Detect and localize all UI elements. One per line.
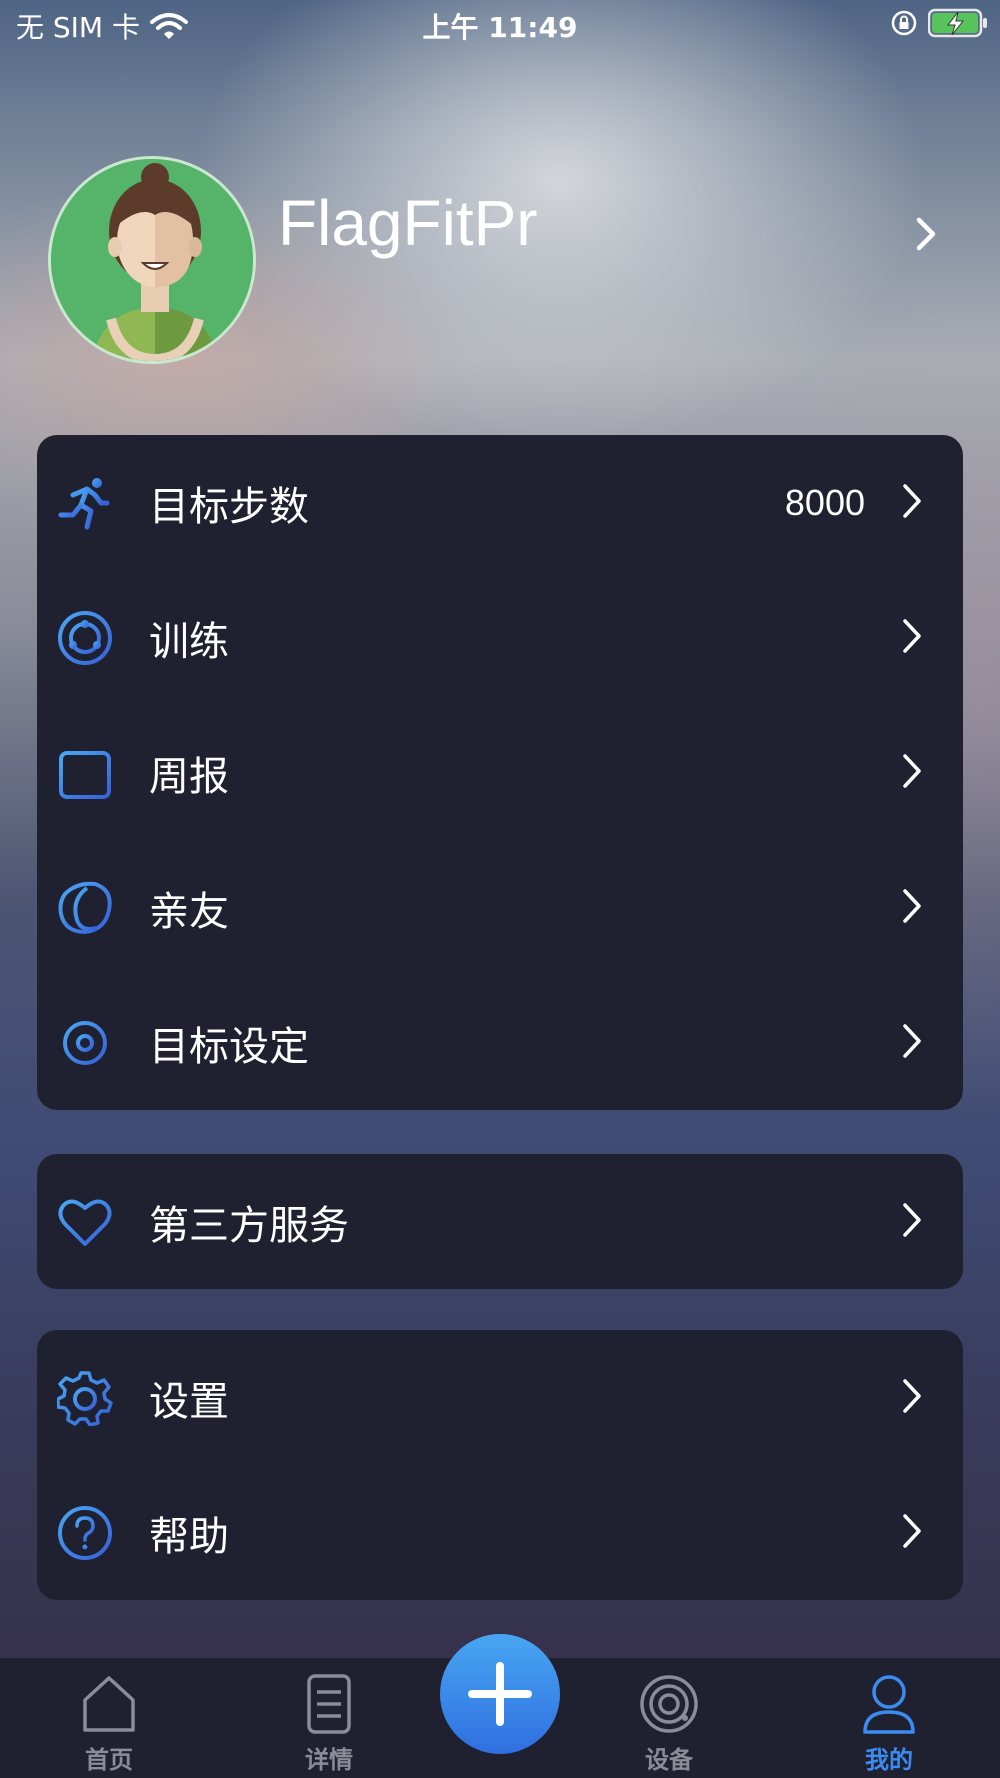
avatar[interactable] [48,156,256,364]
document-list-icon [307,1674,351,1734]
chevron-right-icon [903,1203,921,1237]
menu-row-goal-setting[interactable]: 目标设定 [37,975,963,1110]
user-icon [863,1675,915,1734]
calendar-report-icon [59,745,111,799]
tab-details[interactable]: 详情 [229,1658,429,1778]
running-icon [58,478,110,530]
tab-devices[interactable]: 设备 [569,1658,769,1778]
gear-icon [57,1371,113,1426]
menu-row-label: 帮助 [149,1513,229,1560]
menu-row-third-party[interactable]: 第三方服务 [37,1154,963,1289]
target-icon [57,1015,113,1071]
status-time: 上午 11:49 [422,11,578,44]
menu-row-help[interactable]: 帮助 [37,1465,963,1600]
chevron-right-icon [903,1024,921,1058]
menu-row-step-goal[interactable]: 目标步数 8000 [37,435,963,570]
menu-row-friends[interactable]: 亲友 [37,840,963,975]
menu-row-label: 训练 [149,618,229,665]
status-bar: 无 SIM 卡 上午 11:49 [0,0,1000,50]
main-menu-card: 目标步数 8000 训练 周报 亲友 目标设定 [37,435,963,1110]
help-icon [58,1506,112,1560]
heart-icon [58,1199,112,1246]
chevron-right-icon [903,889,921,923]
menu-row-label: 亲友 [149,888,229,935]
training-ring-icon [58,611,112,665]
tab-label: 首页 [85,1746,133,1774]
tab-label: 我的 [865,1746,913,1774]
settings-card: 设置 帮助 [37,1330,963,1600]
menu-row-settings[interactable]: 设置 [37,1330,963,1465]
chevron-right-icon [903,484,921,518]
avatar-illustration [51,159,253,361]
tab-label: 详情 [305,1746,353,1774]
home-icon [83,1676,135,1732]
menu-row-label: 周报 [149,753,229,800]
tab-mine[interactable]: 我的 [789,1658,989,1778]
chevron-right-icon [903,1514,921,1548]
add-button[interactable] [440,1634,560,1754]
profile-header[interactable]: FlagFitPr [48,156,952,366]
menu-row-weekly-report[interactable]: 周报 [37,705,963,840]
device-ring-icon [640,1675,698,1733]
battery-icon [928,8,987,38]
chevron-right-icon [903,754,921,788]
services-card: 第三方服务 [37,1154,963,1289]
menu-row-training[interactable]: 训练 [37,570,963,705]
menu-row-label: 设置 [149,1378,229,1425]
friends-icon [58,881,112,935]
tab-home[interactable]: 首页 [9,1658,209,1778]
status-right [890,8,988,38]
step-goal-value: 8000 [784,481,865,523]
username[interactable]: FlagFitPr [278,186,538,260]
orientation-lock-icon [891,10,917,36]
chevron-right-icon [903,1379,921,1413]
chevron-right-icon [903,619,921,653]
menu-row-label: 第三方服务 [149,1202,349,1249]
menu-row-label: 目标设定 [149,1023,309,1070]
tab-label: 设备 [645,1746,693,1774]
chevron-right-icon[interactable] [914,216,938,252]
menu-row-label: 目标步数 [149,483,309,530]
plus-icon [468,1662,532,1726]
